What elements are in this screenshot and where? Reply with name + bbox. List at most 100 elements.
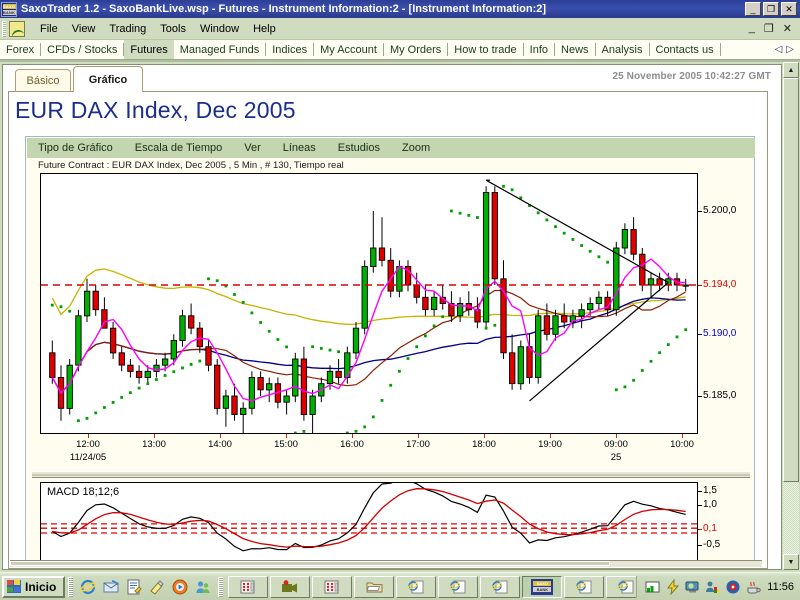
price-chart-svg [41,179,697,433]
java-icon[interactable] [745,579,761,595]
price-chart-plot[interactable] [40,173,698,434]
nav-item-indices[interactable]: Indices [266,40,313,59]
chart-menu-estudios[interactable]: Estudios [327,142,391,154]
menu-item-view[interactable]: View [65,21,103,37]
nav-item-managed-funds[interactable]: Managed Funds [174,40,266,59]
task-button[interactable] [606,575,637,598]
tab-basico[interactable]: Básico [15,69,71,92]
time-axis-tick [352,434,353,438]
time-axis-tick [220,434,221,438]
time-axis-tick [88,434,89,438]
menu-item-trading[interactable]: Trading [102,21,153,37]
chart-menu-lineas[interactable]: Líneas [272,142,327,154]
antivirus-icon[interactable] [725,579,741,595]
nav-item-news[interactable]: News [555,40,595,59]
windows-taskbar: Inicio SAXO BANK 11:56 [0,572,800,600]
nav-item-analysis[interactable]: Analysis [596,40,649,59]
close-button[interactable]: ✕ [781,2,797,16]
mdi-child-controls: _ ❐ ✕ [749,22,792,35]
nav-item-futures[interactable]: Futures [124,40,174,59]
macd-axis-label: -0,5 [703,538,721,550]
mdi-restore-button[interactable]: ❐ [764,22,774,35]
menu-item-tools[interactable]: Tools [153,21,193,37]
task-button[interactable] [564,575,605,598]
power-icon[interactable] [665,578,681,595]
users-icon[interactable] [705,579,721,595]
price-axis-tick [698,334,702,336]
minimize-button[interactable]: _ [745,2,761,16]
mdi-close-button[interactable]: ✕ [783,22,792,35]
ie-window-icon [408,580,424,593]
document-horizontal-scrollbar[interactable] [10,560,762,567]
macd-axis: 1,5 1,0 0,1 -0,5 [698,482,756,564]
nav-item-my-orders[interactable]: My Orders [384,40,447,59]
chart-menu-zoom[interactable]: Zoom [391,142,441,154]
nav-item-my-account[interactable]: My Account [314,40,383,59]
nav-item-cfds-stocks[interactable]: CFDs / Stocks [41,40,123,59]
tab-grafico[interactable]: Gráfico [73,66,143,92]
time-axis-tick [154,434,155,438]
time-axis-tick [418,434,419,438]
macd-axis-tick [698,544,702,546]
task-button[interactable] [270,575,311,598]
outlook-express-icon[interactable] [103,579,119,595]
task-button[interactable] [396,575,437,598]
saxobank-logo-icon: SAXO BANK [1,1,17,17]
time-axis-tick [550,434,551,438]
display-icon[interactable] [685,579,701,595]
window-vertical-scrollbar[interactable]: ▲ ▼ [783,62,799,570]
macd-axis-label: 1,5 [703,485,717,497]
paint-icon[interactable] [149,579,165,595]
nav-scroll-right-icon[interactable]: ▷ [786,44,794,55]
price-axis-label: 5.185,0 [703,390,737,401]
internet-explorer-icon[interactable] [80,579,97,595]
macd-label: MACD 18;12;6 [47,486,120,498]
macd-axis-tick [698,504,702,506]
network-icon[interactable] [645,579,661,595]
task-button[interactable] [438,575,479,598]
ma-long-line [51,268,686,325]
notepad-icon[interactable] [126,579,143,595]
task-button[interactable] [312,575,353,598]
nav-separator [719,43,721,56]
chart-menu-escala-de-tiempo[interactable]: Escala de Tiempo [124,142,233,154]
chart-menu-ver[interactable]: Ver [233,142,272,154]
vscroll-thumb[interactable] [783,78,799,482]
task-button[interactable] [228,575,269,598]
media-player-icon[interactable] [172,579,188,595]
menu-item-file[interactable]: File [33,21,65,37]
ie-window-icon [576,580,592,593]
scroll-down-button[interactable]: ▼ [783,554,799,570]
instrument-information-window: Básico Gráfico 25 November 2005 10:42:27… [2,64,782,570]
system-tray [636,575,767,598]
nav-scroll-left-icon[interactable]: ◁ [775,44,783,55]
task-button[interactable] [354,575,395,598]
mdi-minimize-button[interactable]: _ [749,22,755,35]
menu-bar: File View Trading Tools Window Help _ ❐ … [0,18,800,40]
task-button-saxotrader[interactable]: SAXO BANK [522,575,563,598]
nav-item-how-to-trade[interactable]: How to trade [448,40,522,59]
menu-item-window[interactable]: Window [193,21,246,37]
time-axis-label: 16:00 [340,439,364,450]
start-button[interactable]: Inicio [2,575,66,598]
server-timestamp: 25 November 2005 10:42:27 GMT [612,71,771,82]
vscroll-track[interactable] [783,78,799,554]
scroll-up-button[interactable]: ▲ [783,62,799,78]
chart-menu-bar: Tipo de Gráfico Escala de Tiempo Ver Lín… [27,138,755,158]
restore-button[interactable]: ❐ [763,2,779,16]
nav-item-info[interactable]: Info [524,40,554,59]
taskbar-clock[interactable]: 11:56 [767,581,800,593]
macd-indicator-plot[interactable]: MACD 18;12;6 [40,482,698,562]
messenger-icon[interactable] [195,579,211,595]
document-hscroll-thumb[interactable] [10,561,610,566]
menu-grip-handle[interactable] [2,20,6,37]
nav-item-forex[interactable]: Forex [0,40,40,59]
task-button[interactable] [480,575,521,598]
desktop: SAXO BANK SaxoTrader 1.2 - SaxoBankLive.… [0,0,800,600]
nav-item-contacts-us[interactable]: Contacts us [650,40,720,59]
time-axis-label: 17:00 [406,439,430,450]
menu-item-help[interactable]: Help [246,21,283,37]
logo-top-text: SAXO [2,3,16,9]
pane-splitter[interactable] [32,471,750,478]
chart-menu-tipo-de-grafico[interactable]: Tipo de Gráfico [27,142,124,154]
